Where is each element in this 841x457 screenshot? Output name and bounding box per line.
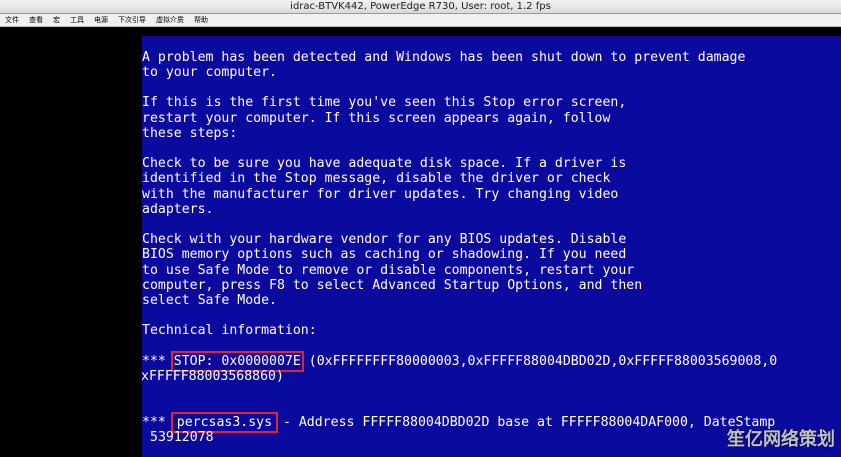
menu-power[interactable]: 电源 bbox=[89, 14, 113, 26]
bsod-line: Check with your hardware vendor for any … bbox=[142, 232, 627, 247]
console-margin bbox=[0, 27, 142, 457]
bsod-screen: A problem has been detected and Windows … bbox=[142, 36, 841, 457]
driver-line: *** percsas3.sys - Address FFFFF88004DBD… bbox=[142, 412, 776, 433]
bsod-line: BIOS memory options such as caching or s… bbox=[142, 247, 627, 262]
bsod-line: identified in the Stop message, disable … bbox=[142, 171, 611, 186]
driver-prefix: *** bbox=[142, 415, 174, 430]
bsod-line: A problem has been detected and Windows … bbox=[142, 50, 746, 65]
bsod-line: select Safe Mode. bbox=[142, 293, 277, 308]
stop-params: (0xFFFFFFFF80000003,0xFFFFF88004DBD02D,0… bbox=[300, 354, 778, 369]
watermark-logo: 笙亿网络策划 bbox=[727, 429, 835, 450]
bsod-line: restart your computer. If this screen ap… bbox=[142, 111, 611, 126]
menu-file[interactable]: 文件 bbox=[0, 14, 24, 26]
stop-code: STOP: 0x0000007E bbox=[170, 351, 304, 372]
driver-info: - Address FFFFF88004DBD02D base at FFFFF… bbox=[275, 415, 776, 430]
menu-next-boot[interactable]: 下次引导 bbox=[113, 14, 151, 26]
menu-bar: 文件 查看 宏 工具 电源 下次引导 虚拟介质 帮助 bbox=[0, 14, 841, 27]
menu-tools[interactable]: 工具 bbox=[65, 14, 89, 26]
menu-macro[interactable]: 宏 bbox=[48, 14, 65, 26]
menu-virtual-media[interactable]: 虚拟介质 bbox=[151, 14, 189, 26]
bsod-line: to your computer. bbox=[142, 65, 277, 80]
bsod-line: to use Safe Mode to remove or disable co… bbox=[142, 263, 635, 278]
bsod-line: If this is the first time you've seen th… bbox=[142, 95, 627, 110]
bsod-line: with the manufacturer for driver updates… bbox=[142, 187, 619, 202]
bsod-line: adapters. bbox=[142, 202, 214, 217]
bsod-line: these steps: bbox=[142, 126, 238, 141]
stop-line: *** STOP: 0x0000007E (0xFFFFFFFF80000003… bbox=[142, 351, 778, 372]
bsod-line: computer, press F8 to select Advanced St… bbox=[142, 278, 643, 293]
menu-view[interactable]: 查看 bbox=[24, 14, 48, 26]
bsod-line: Check to be sure you have adequate disk … bbox=[142, 156, 627, 171]
driver-name: percsas3.sys bbox=[170, 412, 279, 433]
menu-help[interactable]: 帮助 bbox=[189, 14, 213, 26]
driver-datestamp: 53912078 bbox=[150, 430, 214, 445]
tech-info-header: Technical information: bbox=[142, 323, 317, 338]
stop-prefix: *** bbox=[142, 354, 174, 369]
stop-params-line2: xFFFFF88003568860) bbox=[142, 369, 284, 384]
window-title: idrac-BTVK442, PowerEdge R730, User: roo… bbox=[290, 1, 551, 12]
window-titlebar: idrac-BTVK442, PowerEdge R730, User: roo… bbox=[0, 0, 841, 14]
